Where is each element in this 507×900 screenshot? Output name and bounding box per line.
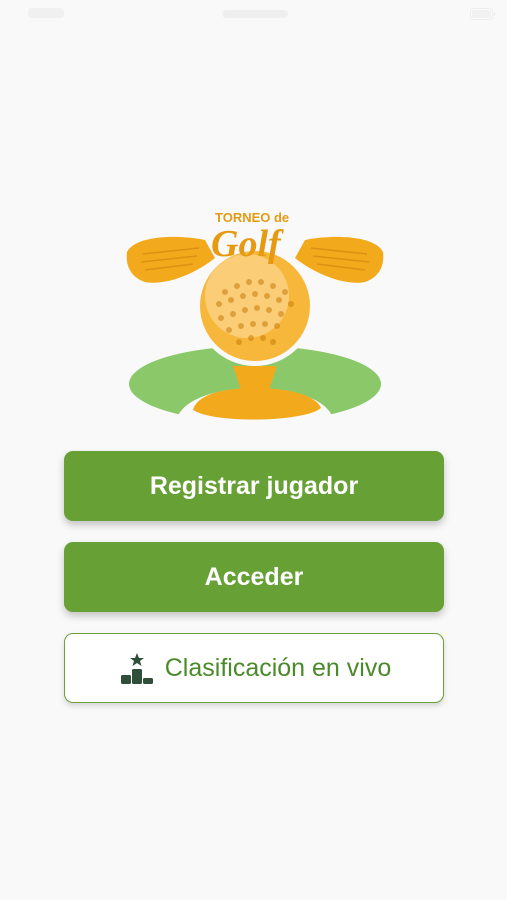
battery-icon (470, 8, 496, 20)
login-label: Acceder (204, 562, 304, 591)
live-ranking-button[interactable]: Clasificación en vivo (64, 633, 444, 703)
login-button[interactable]: Acceder (64, 542, 444, 612)
status-time-indicator (28, 8, 64, 18)
live-ranking-label: Clasificación en vivo (164, 653, 392, 682)
podium-star-icon (120, 653, 153, 684)
status-notch (222, 10, 288, 18)
register-player-label: Registrar jugador (149, 471, 359, 500)
status-bar (0, 0, 507, 30)
register-player-button[interactable]: Registrar jugador (64, 451, 444, 521)
logo-title-golf: Golf (211, 223, 284, 265)
golf-tournament-logo: TORNEO de Golf (126, 210, 384, 426)
